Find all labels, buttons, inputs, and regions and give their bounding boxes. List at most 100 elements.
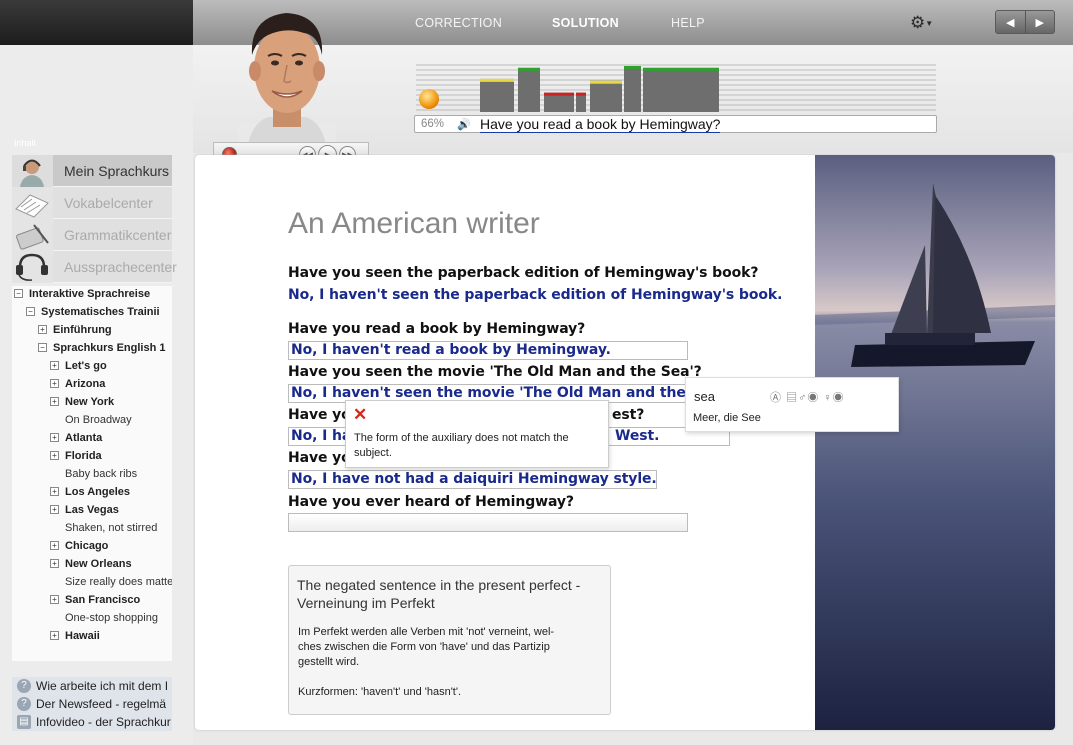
expand-icon[interactable]: + (50, 397, 59, 406)
expand-icon[interactable]: + (50, 541, 59, 550)
course-tree: − Interaktive Sprachreise − Systematisches… (12, 286, 172, 661)
grammar-note: The negated sentence in the present perf… (288, 565, 611, 715)
progress-bar-cap (576, 92, 586, 96)
sidebar-label: Inhalt (14, 138, 37, 148)
tree-item[interactable]: + San Francisco (50, 593, 140, 607)
question-4-end: est? (612, 407, 645, 423)
tree-item[interactable]: + Los Angeles (50, 485, 130, 499)
progress-percent: 66% (421, 118, 445, 130)
tree-item[interactable]: + Let's go (50, 359, 107, 373)
progress-bar-cap (643, 67, 719, 71)
tree-leaf[interactable]: Baby back ribs (65, 467, 137, 481)
nav-buttons: ◀ ▶ (995, 10, 1055, 34)
sidebar-vokabelcenter[interactable]: Vokabelcenter (12, 187, 172, 219)
lesson-title: An American writer (288, 207, 540, 240)
answer-5-field[interactable]: No, I have not had a daiquiri Hemingway … (288, 470, 657, 489)
tree-item[interactable]: + Arizona (50, 377, 105, 391)
expand-icon[interactable]: + (38, 325, 47, 334)
video-icon: ▤ (17, 715, 31, 729)
current-prompt-text[interactable]: Have you read a book by Hemingway? (480, 116, 721, 133)
sidebar-item-label: Aussprachecenter (53, 251, 177, 283)
error-close-icon[interactable]: ✕ (353, 405, 367, 425)
dictionary-tools: Ⓐ ▤♂◉ ♀◉ (770, 389, 845, 405)
sidebar-item-label: Grammatikcenter (53, 219, 172, 251)
male-speaker-icon[interactable]: ♂◉ (798, 392, 819, 404)
previous-button[interactable]: ◀ (996, 11, 1025, 33)
dictionary-popup: sea Ⓐ ▤♂◉ ♀◉ Meer, die See (685, 377, 899, 432)
tree-item[interactable]: + Atlanta (50, 431, 102, 445)
flag-icon[interactable]: ▤ (786, 392, 798, 404)
expand-icon[interactable]: + (50, 379, 59, 388)
tree-item[interactable]: + Hawaii (50, 629, 100, 643)
tree-leaf[interactable]: Size really does matte (65, 575, 172, 589)
sidebar-item-label: Vokabelcenter (53, 187, 172, 219)
expand-icon[interactable]: + (50, 505, 59, 514)
expand-icon[interactable]: + (50, 487, 59, 496)
menu-solution[interactable]: SOLUTION (552, 16, 619, 30)
tree-item[interactable]: − Systematisches Trainii (26, 305, 160, 319)
pronunciation-icon (12, 251, 53, 283)
menu-help[interactable]: HELP (671, 16, 705, 30)
expand-icon[interactable]: + (50, 631, 59, 640)
tree-leaf[interactable]: One-stop shopping (65, 611, 158, 625)
tree-item[interactable]: + Las Vegas (50, 503, 119, 517)
question-2: Have you read a book by Hemingway? (288, 321, 586, 337)
tree-item[interactable]: + New York (50, 395, 114, 409)
settings-gear-icon[interactable]: ⚙▼ (910, 13, 933, 33)
error-message: The form of the auxiliary does not match… (354, 432, 569, 459)
sidebar-grammatikcenter[interactable]: Grammatikcenter (12, 219, 172, 251)
progress-bar (590, 80, 622, 112)
article-icon[interactable]: Ⓐ (770, 392, 782, 404)
tutor-avatar (238, 13, 336, 145)
expand-icon[interactable]: + (50, 559, 59, 568)
progress-bar (643, 67, 719, 112)
grammar-note-body: Im Perfekt werden alle Verben mit 'not' … (298, 626, 555, 668)
help-link-how-to[interactable]: ? Wie arbeite ich mit dem I (12, 677, 172, 695)
progress-bar (518, 67, 540, 112)
expand-icon[interactable]: + (50, 595, 59, 604)
dictionary-word: sea (694, 389, 715, 404)
progress-bar-cap (480, 78, 514, 82)
expand-icon[interactable]: + (50, 433, 59, 442)
help-icon: ? (17, 697, 31, 711)
current-prompt-bar: 66% 🔊 Have you read a book by Hemingway? (414, 115, 937, 133)
question-4-start: Have yo (288, 407, 351, 423)
help-icon: ? (17, 679, 31, 693)
tree-leaf[interactable]: On Broadway (65, 413, 132, 427)
progress-graph (416, 64, 936, 112)
answer-6-field[interactable] (288, 513, 688, 532)
answer-1: No, I haven't seen the paperback edition… (288, 287, 783, 303)
tree-item[interactable]: + Einführung (38, 323, 112, 337)
tree-item[interactable]: − Interaktive Sprachreise (14, 287, 150, 301)
speaker-icon[interactable]: 🔊 (457, 118, 471, 131)
female-speaker-icon[interactable]: ♀◉ (823, 392, 844, 404)
dictionary-translation: Meer, die See (693, 412, 761, 424)
next-button[interactable]: ▶ (1024, 11, 1055, 33)
vocabulary-icon (12, 187, 53, 219)
grammar-note-title: The negated sentence in the present perf… (297, 577, 581, 611)
question-6: Have you ever heard of Hemingway? (288, 494, 574, 510)
sidebar-aussprachecenter[interactable]: Aussprachecenter (12, 251, 177, 283)
collapse-icon[interactable]: − (14, 289, 23, 298)
topbar-left (0, 0, 193, 45)
tree-item[interactable]: − Sprachkurs English 1 (38, 341, 165, 355)
sidebar-mein-sprachkurs[interactable]: Mein Sprachkurs (12, 155, 172, 187)
help-link-infovideo[interactable]: ▤ Infovideo - der Sprachkur (12, 713, 172, 731)
headset-person-icon (12, 155, 53, 187)
tree-item[interactable]: + New Orleans (50, 557, 132, 571)
progress-bar-cap (590, 80, 622, 84)
question-3: Have you seen the movie 'The Old Man and… (288, 364, 702, 380)
expand-icon[interactable]: + (50, 451, 59, 460)
tree-item[interactable]: + Florida (50, 449, 102, 463)
sailboat-image (815, 155, 1055, 730)
collapse-icon[interactable]: − (38, 343, 47, 352)
help-link-newsfeed[interactable]: ? Der Newsfeed - regelmä (12, 695, 172, 713)
tree-leaf[interactable]: Shaken, not stirred (65, 521, 157, 535)
expand-icon[interactable]: + (50, 361, 59, 370)
menu-correction[interactable]: CORRECTION (415, 16, 502, 30)
collapse-icon[interactable]: − (26, 307, 35, 316)
tree-item[interactable]: + Chicago (50, 539, 108, 553)
status-orb-icon (419, 89, 439, 109)
answer-2-field[interactable]: No, I haven't read a book by Hemingway. (288, 341, 688, 360)
question-1: Have you seen the paperback edition of H… (288, 265, 759, 281)
